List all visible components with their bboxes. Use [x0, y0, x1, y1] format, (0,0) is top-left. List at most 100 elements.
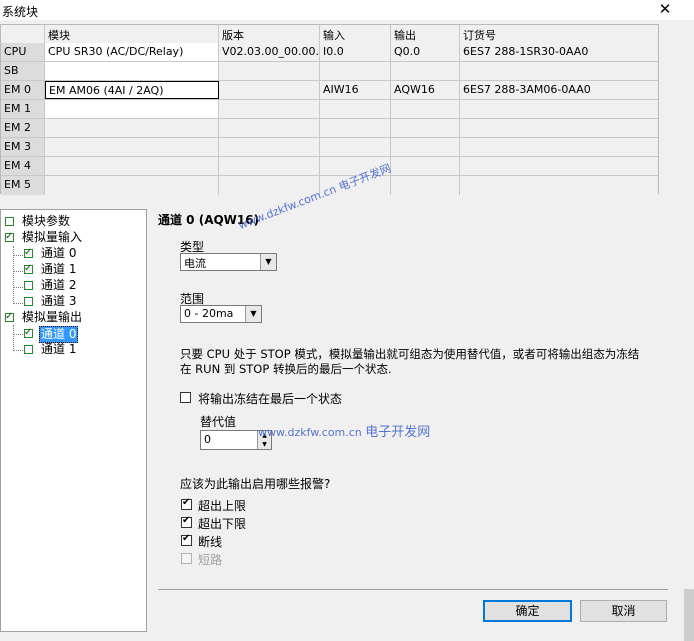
order-cell	[460, 176, 658, 195]
tree-connector	[13, 303, 23, 304]
header-order-number: 订货号	[463, 29, 496, 42]
alarms-question: 应该为此输出启用哪些报警?	[180, 477, 331, 491]
tree-connector	[13, 350, 23, 351]
slot-label: EM 5	[1, 176, 45, 195]
order-cell	[460, 100, 658, 118]
output-cell: Q0.0	[391, 43, 460, 61]
module-cell[interactable]	[45, 100, 219, 118]
tree-connector	[13, 287, 23, 288]
output-cell: AQW16	[391, 81, 460, 99]
slot-label: EM 0	[1, 81, 45, 99]
tree-connector	[13, 255, 23, 256]
wire-break-alarm-checkbox[interactable]	[181, 533, 192, 546]
output-cell	[391, 119, 460, 137]
short-circuit-alarm-label: 短路	[198, 553, 223, 567]
input-cell: AIW16	[320, 81, 391, 99]
close-icon[interactable]: ✕	[658, 1, 672, 17]
channel-status-icon	[24, 345, 33, 354]
substitute-value-label: 替代值	[200, 415, 237, 429]
module-cell[interactable]	[45, 119, 219, 137]
ok-button[interactable]: 确定	[483, 600, 572, 622]
tree-item-label: 通道 3	[41, 294, 77, 308]
channel-status-icon	[24, 261, 33, 276]
input-cell	[320, 138, 391, 156]
order-cell	[460, 138, 658, 156]
table-row[interactable]: EM 1	[1, 100, 658, 119]
order-cell	[460, 62, 658, 80]
module-cell[interactable]: EM AM06 (4AI / 2AQ)	[45, 81, 219, 99]
channel-status-icon	[24, 281, 33, 290]
header-version: 版本	[219, 25, 320, 43]
version-cell	[219, 81, 320, 99]
short-circuit-alarm-checkbox	[181, 553, 192, 564]
channel-status-icon	[24, 245, 33, 260]
module-cell[interactable]: CPU SR30 (AC/DC/Relay)	[45, 43, 219, 61]
cancel-button[interactable]: 取消	[580, 600, 667, 622]
range-selected-value: 0 - 20ma	[184, 307, 234, 320]
input-cell	[320, 100, 391, 118]
watermark-url: www.dzkfw.com.cn 电子开发网	[258, 421, 430, 440]
channel-status-icon	[24, 297, 33, 306]
tree-item-label: 模拟量输入	[22, 230, 83, 244]
slot-label: EM 3	[1, 138, 45, 156]
slot-label: SB	[1, 62, 45, 80]
window-title: 系统块	[2, 5, 39, 19]
chevron-down-icon[interactable]: ▼	[260, 254, 276, 270]
range-dropdown[interactable]: 0 - 20ma ▼	[180, 305, 262, 323]
analog-output-status-icon	[5, 309, 14, 324]
freeze-output-checkbox[interactable]	[180, 392, 191, 403]
tree-item-label: 通道 0	[41, 246, 77, 260]
version-cell: V02.03.00_00.00...	[219, 43, 320, 61]
upper-limit-alarm-label: 超出上限	[198, 499, 247, 513]
module-params-status-icon	[5, 217, 14, 226]
type-dropdown[interactable]: 电流 ▼	[180, 253, 277, 271]
table-row[interactable]: EM 0 EM AM06 (4AI / 2AQ) AIW16 AQW16 6ES…	[1, 81, 658, 100]
header-input: 输入	[320, 25, 391, 43]
order-cell	[460, 157, 658, 175]
table-row[interactable]: CPU CPU SR30 (AC/DC/Relay) V02.03.00_00.…	[1, 43, 658, 62]
table-row[interactable]: EM 2	[1, 119, 658, 138]
header-module: 模块	[45, 25, 219, 43]
title-bar: 系统块 ✕	[0, 0, 694, 20]
output-cell	[391, 100, 460, 118]
module-cell[interactable]	[45, 157, 219, 175]
tree-connector	[13, 334, 23, 335]
analog-input-status-icon	[5, 229, 14, 244]
slot-label: EM 1	[1, 100, 45, 118]
navigation-tree: 模块参数 模拟量输入 通道 0 通道 1 通道 2 通道 3 模拟量输出 通道 …	[0, 209, 147, 632]
table-row[interactable]: EM 3	[1, 138, 658, 157]
order-cell	[460, 119, 658, 137]
tree-item-label: 通道 2	[41, 278, 77, 292]
module-table: 模块 版本 输入 输出 订货号 CPU CPU SR30 (AC/DC/Rela…	[0, 24, 659, 195]
tree-item-label: 模拟量输出	[22, 310, 83, 324]
output-cell	[391, 176, 460, 195]
version-cell	[219, 138, 320, 156]
module-cell[interactable]	[45, 62, 219, 80]
freeze-output-label: 将输出冻结在最后一个状态	[198, 392, 343, 406]
tree-connector	[13, 325, 14, 351]
order-cell: 6ES7 288-1SR30-0AA0	[460, 43, 658, 61]
module-cell[interactable]	[45, 176, 219, 195]
output-cell	[391, 62, 460, 80]
version-cell	[219, 157, 320, 175]
tree-item-label: 通道 1	[41, 262, 77, 276]
table-row[interactable]: EM 4	[1, 157, 658, 176]
substitute-value: 0	[204, 433, 211, 446]
table-row[interactable]: SB	[1, 62, 658, 81]
channel-status-icon	[24, 325, 33, 340]
watermark-url-text: www.dzkfw.com.cn	[258, 426, 362, 439]
lower-limit-alarm-checkbox[interactable]	[181, 515, 192, 528]
scrollbar[interactable]	[684, 589, 694, 641]
tree-item-label: 通道 1	[41, 342, 77, 356]
slot-label: EM 4	[1, 157, 45, 175]
version-cell	[219, 62, 320, 80]
module-cell[interactable]	[45, 138, 219, 156]
slot-label: CPU	[1, 43, 45, 61]
tree-connector	[13, 271, 23, 272]
slot-label: EM 2	[1, 119, 45, 137]
upper-limit-alarm-checkbox[interactable]	[181, 497, 192, 510]
chevron-down-icon[interactable]: ▼	[245, 306, 261, 322]
tree-item-label-selected: 通道 0	[39, 326, 79, 343]
output-cell	[391, 157, 460, 175]
watermark-cn-text: 电子开发网	[365, 425, 431, 440]
